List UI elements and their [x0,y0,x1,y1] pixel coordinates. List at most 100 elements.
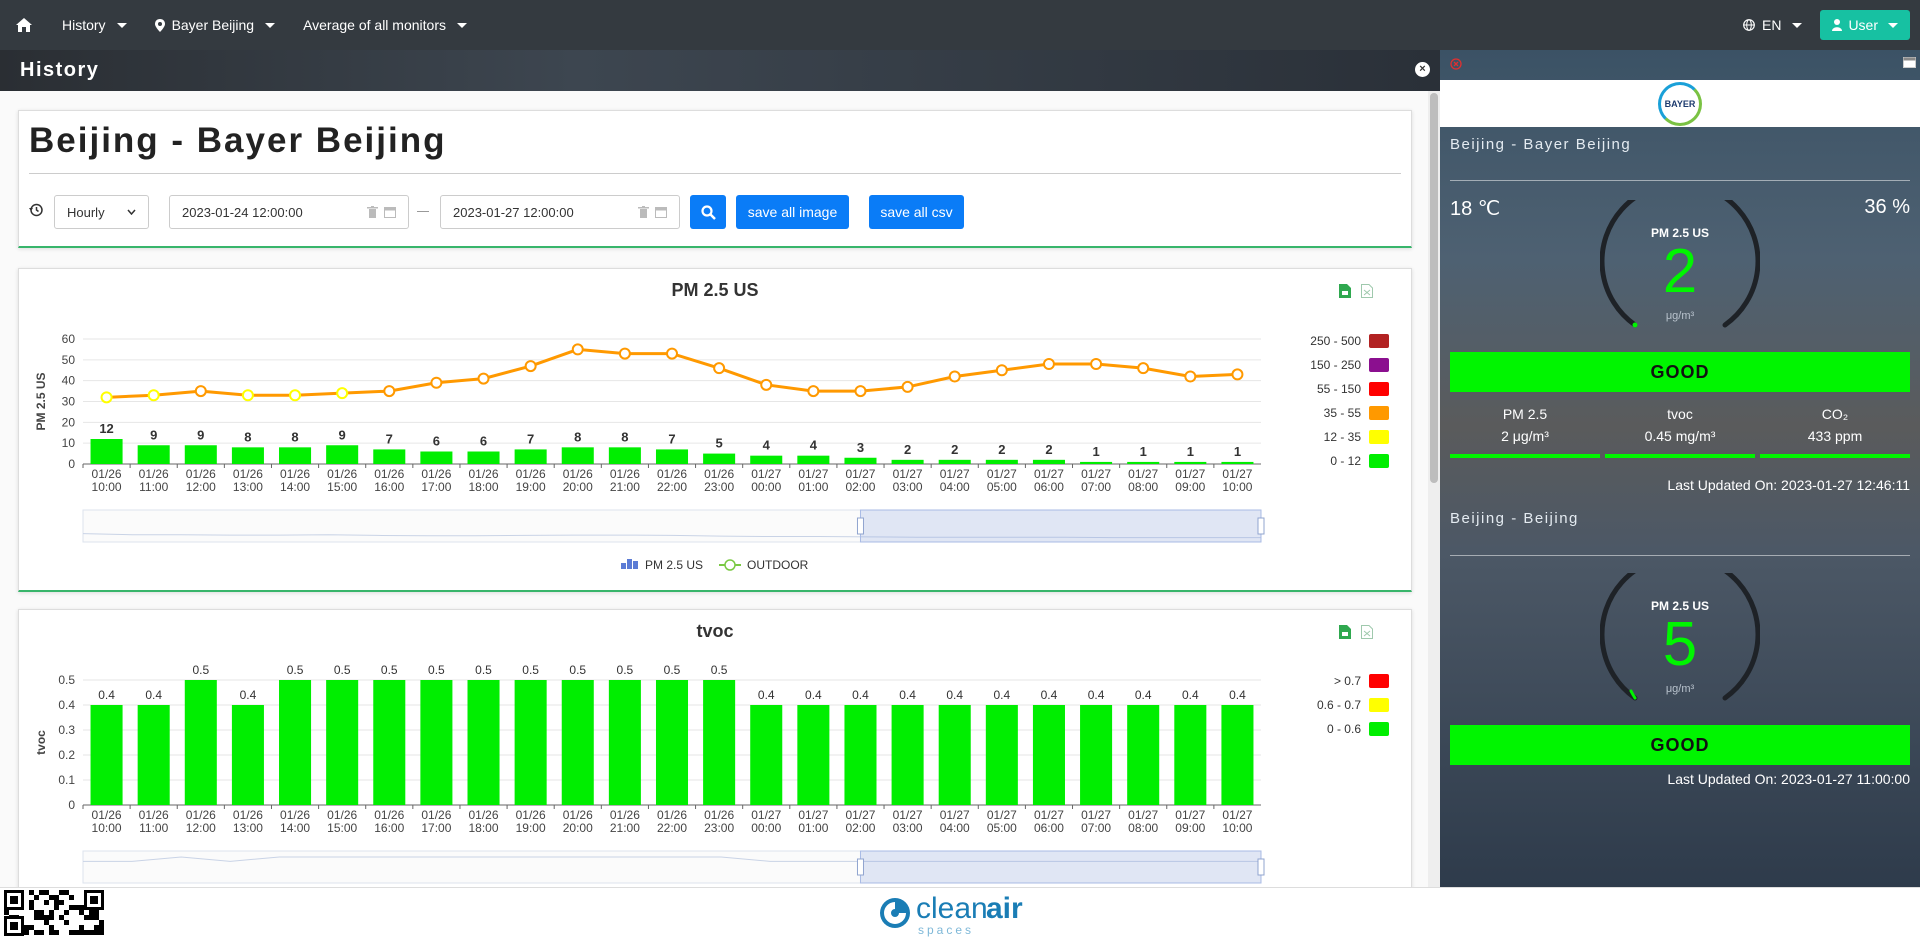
trash-icon[interactable] [367,206,378,218]
data-label: 4 [810,438,818,453]
cleanair-logo: clean air spaces [878,892,1048,937]
outdoor-point [618,347,631,360]
data-label: 4 [763,438,771,453]
x-tick-label: 07:00 [1081,821,1111,835]
bar [891,705,924,805]
legend-swatch [1369,674,1389,688]
data-label: 0.5 [428,663,445,677]
home-button[interactable] [0,0,48,50]
gauge-unit: μg/m³ [1665,310,1695,322]
start-date-input[interactable]: 2023-01-24 12:00:00 [169,195,409,229]
close-circle-icon[interactable] [1450,58,1462,70]
x-tick-label: 16:00 [374,821,404,835]
monitor-side-panel: BAYER Beijing - Bayer Beijing 18 ℃ 36 % … [1440,50,1920,887]
language-menu[interactable]: EN [1737,0,1808,50]
qr-module [4,910,9,915]
x-tick-label: 01/26 [186,467,216,481]
outdoor-point [289,389,302,402]
qr-module [34,915,39,920]
monitor1-name: Beijing - Bayer Beijing [1450,136,1632,153]
calendar-icon[interactable] [384,206,396,218]
gauge-2: PM 2.5 US 5 μg/m³ [1600,573,1760,733]
x-tick-label: 20:00 [563,821,593,835]
outdoor-point [194,385,207,398]
x-tick-label: 01/27 [1175,467,1205,481]
data-label: 8 [244,429,251,444]
monitor2-name: Beijing - Beijing [1450,510,1579,527]
save-all-csv-button[interactable]: save all csv [869,195,964,229]
qr-module [79,930,84,935]
interval-select[interactable]: Hourly [54,195,149,229]
bar [137,705,170,805]
calendar-icon[interactable] [655,206,667,218]
bayer-logo: BAYER [1658,82,1702,126]
minimize-icon[interactable] [1903,57,1916,68]
x-tick-label: 01/27 [987,467,1017,481]
outdoor-point [713,362,726,375]
chevron-down-icon [1888,22,1898,28]
qr-module [29,925,34,930]
close-icon[interactable]: × [1415,62,1430,77]
x-tick-label: 06:00 [1034,480,1064,494]
history-menu[interactable]: History [48,0,141,50]
x-tick-label: 01/26 [657,808,687,822]
x-tick-label: 13:00 [233,821,263,835]
tvoc-chart-card: tvoc 0 0.1 0.2 0.3 0.4 0.5 tvoc 0.4 0.4 0.5 0.4 0.5… [18,609,1412,887]
zoom-handle-right [1257,858,1265,876]
tvoc-chart: 0 0.1 0.2 0.3 0.4 0.5 tvoc 0.4 0.4 0.5 0.4 0.5 0.5 0.… [34,663,1389,884]
data-label: 2 [1045,442,1052,457]
bar [373,680,406,805]
outdoor-point [147,389,160,402]
y-tick-label: 0.4 [58,698,75,712]
x-tick-label: 06:00 [1034,821,1064,835]
qr-module [54,900,59,905]
trash-icon[interactable] [638,206,649,218]
data-label: 0.4 [852,688,869,702]
y-tick-label: 30 [62,395,76,409]
bar [703,680,736,805]
filter-card: Beijing - Bayer Beijing Hourly 2023-01-2… [18,110,1412,248]
bar [420,451,453,464]
location-menu[interactable]: Bayer Beijing [141,0,290,50]
qr-module [69,930,74,935]
bar [467,680,500,805]
x-tick-label: 20:00 [563,480,593,494]
data-label: 7 [668,431,675,446]
gauge-1: PM 2.5 US 2 μg/m³ [1600,200,1760,360]
x-tick-label: 01/27 [940,808,970,822]
qr-module [64,890,69,895]
x-tick-label: 18:00 [469,480,499,494]
footer: clean air spaces [0,887,1920,937]
legend-swatch [1369,722,1389,736]
qr-module [39,930,44,935]
x-tick-label: 12:00 [186,480,216,494]
search-button[interactable] [690,195,726,229]
data-label: 0.4 [1088,688,1105,702]
user-menu-button[interactable]: User [1820,10,1910,40]
gauge-value: 5 [1662,610,1698,679]
x-tick-label: 01/26 [280,467,310,481]
x-tick-label: 01/27 [1034,467,1064,481]
bar [514,449,547,464]
bar [184,445,217,464]
x-tick-label: 10:00 [92,821,122,835]
scrollbar-thumb[interactable] [1430,93,1438,483]
bar [90,705,123,805]
end-date-input[interactable]: 2023-01-27 12:00:00 [440,195,680,229]
user-icon [1832,19,1843,31]
data-label: 1 [1092,444,1099,459]
history-title: History [20,59,100,81]
x-tick-label: 01/27 [751,808,781,822]
qr-module [64,920,69,925]
scrollbar[interactable] [1428,91,1440,887]
cleanair-logo-mark [880,898,910,928]
qr-module [39,915,44,920]
monitor-menu[interactable]: Average of all monitors [289,0,481,50]
qr-module [74,905,79,910]
bar [1174,705,1207,805]
data-label: 8 [574,429,581,444]
save-all-image-button[interactable]: save all image [736,195,849,229]
outdoor-point [383,385,396,398]
qr-module [34,910,39,915]
qr-module [44,915,49,920]
